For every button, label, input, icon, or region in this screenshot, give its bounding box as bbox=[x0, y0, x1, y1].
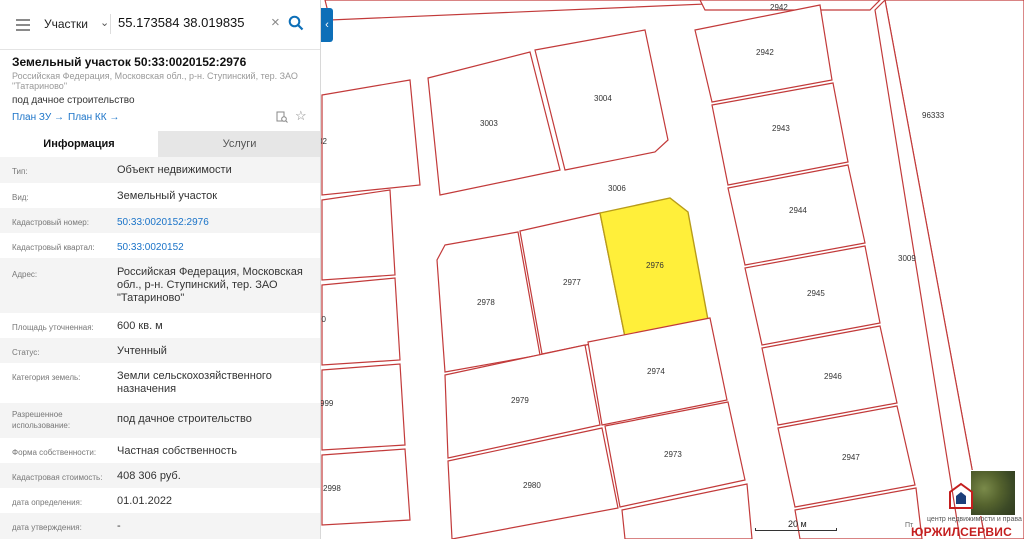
parcel-number-label: 96333 bbox=[922, 111, 945, 120]
info-row: Вид: Земельный участок bbox=[0, 183, 320, 208]
plan-kk-link[interactable]: План КК → bbox=[68, 112, 119, 123]
info-row: дата определения: 01.01.2022 bbox=[0, 488, 320, 513]
parcel-title: Земельный участок 50:33:0020152:2976 bbox=[12, 55, 247, 69]
info-row: Кадастровый квартал: 50:33:0020152 bbox=[0, 233, 320, 258]
search-mode-select[interactable]: Участки bbox=[44, 17, 88, 31]
document-search-icon[interactable] bbox=[276, 111, 288, 123]
info-value: Учтенный bbox=[117, 345, 167, 357]
menu-icon[interactable] bbox=[16, 19, 30, 31]
brand-logo-icon bbox=[949, 482, 973, 509]
parcel-number-label: 2946 bbox=[824, 372, 842, 381]
parcel[interactable] bbox=[321, 79, 421, 196]
parcel[interactable] bbox=[321, 189, 396, 281]
scale-label: 20 м bbox=[788, 519, 807, 529]
parcel-number-label: 2943 bbox=[772, 124, 790, 133]
info-label: Форма собственности: bbox=[12, 448, 97, 457]
info-label: Кадастровый квартал: bbox=[12, 243, 95, 252]
info-label: Вид: bbox=[12, 193, 29, 202]
info-label: Категория земель: bbox=[12, 373, 81, 382]
parcel-number-label: 2942 bbox=[756, 48, 774, 57]
info-panel: Участки ⌄ × Земельный участок 50:33:0020… bbox=[0, 0, 321, 539]
info-label: Кадастровая стоимость: bbox=[12, 473, 103, 482]
parcel-number-label: 999 bbox=[320, 399, 334, 408]
parcel-number-label: 2942 bbox=[770, 3, 788, 12]
info-row: Кадастровый номер: 50:33:0020152:2976 bbox=[0, 208, 320, 233]
tab-services[interactable]: Услуги bbox=[158, 131, 320, 157]
info-value: Частная собственность bbox=[117, 445, 238, 457]
info-value: Земли сельскохозяйственного назначения bbox=[117, 370, 272, 395]
info-row: Адрес: Российская Федерация, Московская … bbox=[0, 258, 320, 313]
info-row: Площадь уточненная: 600 кв. м bbox=[0, 313, 320, 338]
search-input[interactable] bbox=[118, 15, 268, 30]
info-label: Статус: bbox=[12, 348, 40, 357]
cadastral-quarter-link[interactable]: 50:33:0020152 bbox=[117, 241, 312, 254]
info-row: Тип: Объект недвижимости bbox=[0, 157, 320, 183]
star-icon[interactable]: ☆ bbox=[295, 108, 307, 124]
parcel-number-label: 2977 bbox=[563, 278, 581, 287]
brand-subtitle: центр недвижимости и права bbox=[927, 516, 1022, 523]
parcel-number-label: 3004 bbox=[594, 94, 612, 103]
info-row: Разрешенное использование: под дачное ст… bbox=[0, 403, 320, 438]
tab-information[interactable]: Информация bbox=[0, 131, 158, 157]
info-value: 01.01.2022 bbox=[117, 495, 173, 507]
cadastral-number-link[interactable]: 50:33:0020152:2976 bbox=[117, 216, 312, 229]
parcel-number-label: 2947 bbox=[842, 453, 860, 462]
info-row: Кадастровая стоимость: 408 306 руб. bbox=[0, 463, 320, 488]
chevron-down-icon[interactable]: ⌄ bbox=[100, 16, 109, 29]
info-label: Адрес: bbox=[12, 270, 38, 279]
info-value: Российская Федерация, Московская обл., р… bbox=[117, 266, 303, 304]
parcel-number-label: 2978 bbox=[477, 298, 495, 307]
parcel-number-label: 3009 bbox=[898, 254, 916, 263]
parcel[interactable] bbox=[699, 0, 881, 11]
collapse-panel-button[interactable]: ‹ bbox=[321, 8, 333, 42]
parcel-number-label: 2945 bbox=[807, 289, 825, 298]
info-label: Площадь уточненная: bbox=[12, 323, 94, 332]
info-value: 600 кв. м bbox=[117, 320, 163, 332]
search-icon[interactable] bbox=[288, 15, 304, 31]
brand-name: ЮРЖИЛСЕРВИС bbox=[911, 525, 1012, 539]
info-label: дата утверждения: bbox=[12, 523, 82, 532]
parcel-number-label: 2944 bbox=[789, 206, 807, 215]
info-label: дата определения: bbox=[12, 498, 83, 507]
parcel[interactable] bbox=[321, 363, 406, 451]
info-row: дата утверждения: - bbox=[0, 513, 320, 539]
parcel-number-label: 3006 bbox=[608, 184, 626, 193]
close-icon[interactable]: × bbox=[271, 14, 280, 31]
parcel-number-label: 2998 bbox=[323, 484, 341, 493]
info-value: 408 306 руб. bbox=[117, 470, 181, 482]
info-tabs: Информация Услуги bbox=[0, 131, 320, 157]
parcel[interactable] bbox=[321, 277, 401, 366]
info-row: Категория земель: Земли сельскохозяйстве… bbox=[0, 363, 320, 403]
info-label: Разрешенное использование: bbox=[12, 410, 71, 430]
parcel-number-label: 2980 bbox=[523, 481, 541, 490]
plan-zu-link[interactable]: План ЗУ → bbox=[12, 112, 64, 123]
search-bar: Участки ⌄ × bbox=[0, 0, 320, 50]
parcel-address: Российская Федерация, Московская обл., р… bbox=[12, 71, 298, 91]
info-row: Форма собственности: Частная собственнос… bbox=[0, 438, 320, 463]
search-divider bbox=[110, 14, 111, 34]
info-value: - bbox=[117, 520, 121, 532]
parcel-number-label: 2973 bbox=[664, 450, 682, 459]
parcel-number-label: 2974 bbox=[647, 367, 665, 376]
info-label: Тип: bbox=[12, 167, 28, 176]
info-row: Статус: Учтенный bbox=[0, 338, 320, 363]
info-value: под дачное строительство bbox=[117, 413, 252, 425]
satellite-layer-thumbnail[interactable] bbox=[970, 470, 1016, 516]
parcel-number-label: 3003 bbox=[480, 119, 498, 128]
info-label: Кадастровый номер: bbox=[12, 218, 89, 227]
parcel-usage: под дачное строительство bbox=[12, 95, 135, 106]
info-value: Объект недвижимости bbox=[117, 164, 232, 176]
info-value: Земельный участок bbox=[117, 190, 218, 202]
parcel-number-label: 2976 bbox=[646, 261, 664, 270]
parcel-number-label: 2979 bbox=[511, 396, 529, 405]
